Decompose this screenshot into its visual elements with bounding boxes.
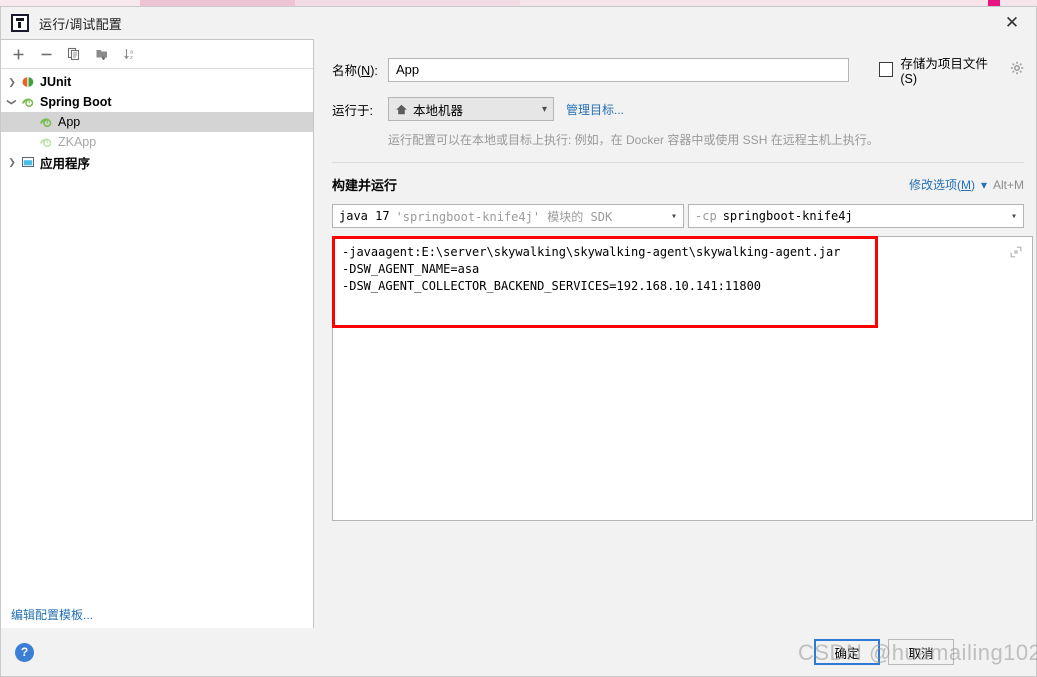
sidebar-toolbar: a z xyxy=(1,40,313,69)
sort-alphabetically-icon[interactable]: a z xyxy=(117,42,143,66)
modify-options-shortcut: Alt+M xyxy=(992,177,1024,192)
name-label: 名称(N): xyxy=(332,64,378,78)
edit-configuration-templates-link[interactable]: 编辑配置模板... xyxy=(11,606,93,623)
remove-configuration-button[interactable] xyxy=(33,42,59,66)
run-target-value: 本地机器 xyxy=(413,103,464,118)
store-as-project-file-checkbox[interactable] xyxy=(878,62,894,77)
tree-item-app[interactable]: ❯ App xyxy=(1,112,313,132)
sdk-suffix: 'springboot-knife4j' 模块的 SDK xyxy=(395,209,613,224)
build-and-run-title: 构建并运行 xyxy=(332,178,398,193)
application-icon xyxy=(19,154,37,170)
tree-indent-spacer: ❯ xyxy=(5,132,19,152)
dialog-titlebar: 运行/调试配置 ✕ xyxy=(1,7,1036,39)
dialog-footer: ? 确定 取消 xyxy=(1,628,1036,676)
build-and-run-header-actions: 修改选项(M) ▾ Alt+M xyxy=(909,176,1024,193)
help-icon[interactable]: ? xyxy=(15,642,34,662)
name-row: 名称(N): App 存储为项目文件(S) xyxy=(332,53,1024,86)
classpath-prefix: -cp xyxy=(695,209,717,223)
chevron-down-icon[interactable]: ❯ xyxy=(2,95,22,109)
cancel-button[interactable]: 取消 xyxy=(888,639,954,665)
name-input-value: App xyxy=(396,62,420,77)
store-as-project-file-group: 存储为项目文件(S) xyxy=(878,53,1024,86)
home-icon xyxy=(395,103,408,116)
run-target-combo[interactable]: 本地机器 ▾ xyxy=(388,97,554,121)
classpath-module-combo[interactable]: -cp springboot-knife4j ▾ xyxy=(688,204,1024,228)
close-icon[interactable]: ✕ xyxy=(994,9,1030,37)
chevron-down-icon[interactable]: ▾ xyxy=(981,178,987,192)
configurations-tree[interactable]: ❯ JUnit ❯ Spring Boot App ZKApp ❯ 应用程序 xyxy=(1,69,313,600)
gear-icon[interactable] xyxy=(1010,61,1024,78)
build-and-run-header: 构建并运行 修改选项(M) ▾ Alt+M xyxy=(332,175,1024,194)
move-to-folder-icon[interactable] xyxy=(89,42,115,66)
vm-options-wrapper: -javaagent:E:\server\skywalking\skywalki… xyxy=(332,236,1033,628)
run-on-label: 运行于: xyxy=(332,103,373,118)
tree-item-label: App xyxy=(58,115,81,129)
ok-button[interactable]: 确定 xyxy=(814,639,880,665)
tree-indent-spacer: ❯ xyxy=(5,112,19,132)
modify-options-link[interactable]: 修改选项(M) xyxy=(909,176,975,193)
tree-item-zkapp[interactable]: ❯ ZKApp xyxy=(1,132,313,152)
run-target-hint: 运行配置可以在本地或目标上执行: 例如，在 Docker 容器中或使用 SSH … xyxy=(388,133,879,147)
dialog-body: a z ❯ JUnit ❯ Spring Boot App ZKApp ❯ 应用… xyxy=(1,39,1036,628)
copy-configuration-icon[interactable] xyxy=(61,42,87,66)
chevron-down-icon[interactable]: ▾ xyxy=(1003,211,1017,222)
sidebar-footer: 编辑配置模板... xyxy=(1,600,313,628)
tree-item-application[interactable]: ❯ 应用程序 xyxy=(1,152,313,172)
dialog-title: 运行/调试配置 xyxy=(39,16,123,32)
tree-item-label: JUnit xyxy=(40,75,72,89)
store-as-project-file-label: 存储为项目文件(S) xyxy=(900,57,988,86)
chevron-down-icon[interactable]: ▾ xyxy=(663,211,677,222)
sdk-and-classpath-row: java 17 'springboot-knife4j' 模块的 SDK ▾ -… xyxy=(332,204,1024,228)
intellij-idea-logo-icon xyxy=(11,14,29,32)
run-debug-configurations-dialog: 运行/调试配置 ✕ a z ❯ JUnit ❯ Spring Boot App … xyxy=(0,6,1037,677)
section-divider xyxy=(332,162,1024,163)
configurations-sidebar: a z ❯ JUnit ❯ Spring Boot App ZKApp ❯ 应用… xyxy=(1,39,314,628)
name-label-mnemonic: N xyxy=(361,64,371,78)
tree-item-spring-boot[interactable]: ❯ Spring Boot xyxy=(1,92,313,112)
vm-options-line: -DSW_AGENT_NAME=asa xyxy=(342,262,480,276)
vm-options-line: -DSW_AGENT_COLLECTOR_BACKEND_SERVICES=19… xyxy=(342,279,762,293)
chevron-right-icon[interactable]: ❯ xyxy=(5,152,19,172)
classpath-value: springboot-knife4j xyxy=(722,209,853,223)
spring-boot-icon xyxy=(37,134,55,150)
tree-item-junit[interactable]: ❯ JUnit xyxy=(1,72,313,92)
tree-item-label: Spring Boot xyxy=(40,95,112,109)
vm-options-line: -javaagent:E:\server\skywalking\skywalki… xyxy=(342,245,841,259)
spring-boot-icon xyxy=(37,114,55,130)
chevron-down-icon[interactable]: ▾ xyxy=(534,104,547,115)
tree-item-label: ZKApp xyxy=(58,135,97,149)
add-configuration-button[interactable] xyxy=(5,42,31,66)
modify-options-mnemonic: M xyxy=(960,178,971,192)
run-on-row: 运行于: 本地机器 ▾ 管理目标... xyxy=(332,97,1024,121)
manage-targets-link[interactable]: 管理目标... xyxy=(566,101,624,118)
configuration-details-panel: 名称(N): App 存储为项目文件(S) 运行于: 本地机器 ▾ 管理目标..… xyxy=(314,39,1036,628)
chevron-right-icon[interactable]: ❯ xyxy=(5,72,19,92)
tree-item-label: 应用程序 xyxy=(40,156,91,171)
footer-button-group: 确定 取消 xyxy=(814,639,1022,665)
name-input[interactable]: App xyxy=(388,57,849,82)
junit-icon xyxy=(19,74,37,90)
svg-text:z: z xyxy=(130,55,133,61)
jre-sdk-combo[interactable]: java 17 'springboot-knife4j' 模块的 SDK ▾ xyxy=(332,204,684,228)
vm-options-textarea[interactable]: -javaagent:E:\server\skywalking\skywalki… xyxy=(332,236,1033,521)
sdk-prefix: java 17 xyxy=(339,209,390,223)
expand-editor-icon[interactable] xyxy=(1010,246,1022,258)
